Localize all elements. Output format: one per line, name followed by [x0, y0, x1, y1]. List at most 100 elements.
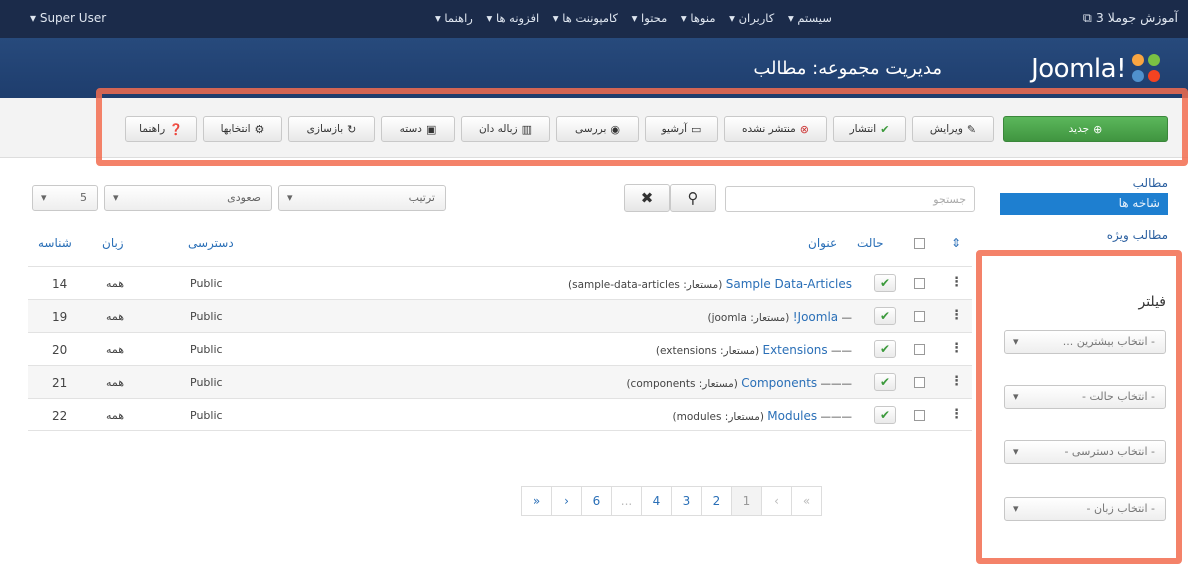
- sidebar-item-categories[interactable]: شاخه ها: [1000, 193, 1168, 215]
- user-menu[interactable]: ▾ Super User: [30, 11, 106, 25]
- chevron-down-icon: ▾: [113, 191, 119, 204]
- row-language: همه: [106, 343, 125, 356]
- filter-max-levels-select[interactable]: - انتخاب بیشترین ... ▾: [1004, 330, 1166, 354]
- drag-handle-icon[interactable]: ⋮: [950, 374, 963, 389]
- row-checkbox[interactable]: [914, 278, 925, 289]
- row-title-link[interactable]: Extensions: [762, 343, 827, 357]
- page-prev: ‹: [761, 486, 792, 516]
- row-title-link[interactable]: Sample Data-Articles: [726, 277, 852, 291]
- search-input[interactable]: جستجو: [725, 186, 975, 212]
- page-ellipsis: ...: [611, 486, 642, 516]
- row-access: Public: [190, 343, 223, 356]
- menu-content[interactable]: محتوا ▾: [632, 11, 668, 25]
- chevron-down-icon: ▾: [287, 191, 293, 204]
- row-alias: (مستعار: joomla): [707, 312, 790, 324]
- row-title-link[interactable]: Joomla!: [793, 310, 838, 324]
- row-checkbox[interactable]: [914, 410, 925, 421]
- page-1: 1: [731, 486, 762, 516]
- row-title: — Joomla! (مستعار: joomla): [707, 310, 852, 324]
- row-language: همه: [106, 376, 125, 389]
- page-4[interactable]: 4: [641, 486, 672, 516]
- row-checkbox[interactable]: [914, 344, 925, 355]
- chevron-down-icon: ▾: [41, 191, 47, 204]
- published-toggle[interactable]: ✔: [874, 340, 896, 358]
- filter-language-select[interactable]: - انتخاب زبان - ▾: [1004, 497, 1166, 521]
- table-row: 20 همه Public —— Extensions (مستعار: ext…: [28, 332, 972, 365]
- published-toggle[interactable]: ✔: [874, 406, 896, 424]
- column-status[interactable]: حالت: [857, 236, 884, 250]
- menu-users[interactable]: کاربران ▾: [729, 11, 774, 25]
- row-title: ——— Modules (مستعار: modules): [672, 409, 852, 423]
- row-title-link[interactable]: Modules: [767, 409, 817, 423]
- logo-text: Joomla!: [1031, 54, 1126, 84]
- drag-handle-icon[interactable]: ⋮: [950, 275, 963, 290]
- row-title: Sample Data-Articles (مستعار: sample-dat…: [568, 277, 852, 291]
- column-access[interactable]: دسترسی: [188, 236, 234, 250]
- column-language[interactable]: زبان: [102, 236, 124, 250]
- row-id: 22: [52, 409, 68, 423]
- published-toggle[interactable]: ✔: [874, 373, 896, 391]
- row-access: Public: [190, 376, 223, 389]
- chevron-down-icon: ▾: [1013, 502, 1019, 515]
- published-toggle[interactable]: ✔: [874, 307, 896, 325]
- row-id: 19: [52, 310, 68, 324]
- row-language: همه: [106, 409, 125, 422]
- row-alias: (مستعار: sample-data-articles): [567, 279, 723, 291]
- page-2[interactable]: 2: [701, 486, 732, 516]
- external-link-icon: ⧉: [1082, 10, 1092, 25]
- row-language: همه: [106, 277, 125, 290]
- filter-access-select[interactable]: - انتخاب دسترسی - ▾: [1004, 440, 1166, 464]
- page-end[interactable]: »: [521, 486, 552, 516]
- chevron-down-icon: ▾: [1013, 335, 1019, 348]
- drag-handle-icon[interactable]: ⋮: [950, 341, 963, 356]
- main-menu: سیستم ▾ کاربران ▾ منوها ▾ محتوا ▾ کامپون…: [425, 11, 832, 25]
- table-row: 19 همه Public — Joomla! (مستعار: joomla)…: [28, 299, 972, 332]
- limit-select[interactable]: 5 ▾: [32, 185, 98, 211]
- menu-extensions[interactable]: افزونه ها ▾: [487, 11, 540, 25]
- sort-ordering-icon[interactable]: ⇕: [951, 236, 961, 250]
- column-title[interactable]: عنوان: [808, 236, 837, 250]
- close-icon: ✖: [640, 189, 654, 207]
- drag-handle-icon[interactable]: ⋮: [950, 308, 963, 323]
- clear-search-button[interactable]: ✖: [624, 184, 670, 212]
- check-icon: ✔: [879, 309, 891, 323]
- page-next[interactable]: ›: [551, 486, 582, 516]
- check-icon: ✔: [879, 276, 891, 290]
- page-start: «: [791, 486, 822, 516]
- menu-menus[interactable]: منوها ▾: [681, 11, 716, 25]
- menu-components[interactable]: کامپوننت ها ▾: [553, 11, 618, 25]
- check-icon: ✔: [879, 408, 891, 422]
- sidebar-item-featured[interactable]: مطالب ویژه: [1107, 228, 1168, 242]
- chevron-down-icon: ▾: [1013, 445, 1019, 458]
- search-button[interactable]: ⚲: [670, 184, 716, 212]
- check-icon: ✔: [879, 375, 891, 389]
- direction-select[interactable]: صعودی ▾: [104, 185, 272, 211]
- check-icon: ✔: [879, 342, 891, 356]
- published-toggle[interactable]: ✔: [874, 274, 896, 292]
- page-title: مدیریت مجموعه: مطالب: [753, 58, 942, 79]
- row-alias: (مستعار: components): [626, 378, 738, 390]
- page-3[interactable]: 3: [671, 486, 702, 516]
- menu-help[interactable]: راهنما ▾: [435, 11, 473, 25]
- column-id[interactable]: شناسه: [38, 236, 72, 250]
- ordering-select[interactable]: ترتیب ▾: [278, 185, 446, 211]
- joomla-logo: Joomla!: [1031, 52, 1162, 86]
- filter-title: فیلتر: [1138, 294, 1166, 310]
- row-alias: (مستعار: extensions): [655, 345, 760, 357]
- filter-status-select[interactable]: - انتخاب حالت - ▾: [1004, 385, 1166, 409]
- menu-system[interactable]: سیستم ▾: [788, 11, 832, 25]
- row-title-link[interactable]: Components: [741, 376, 817, 390]
- search-icon: ⚲: [687, 189, 699, 207]
- select-all-checkbox[interactable]: [914, 238, 925, 249]
- row-access: Public: [190, 277, 223, 290]
- sidebar-item-articles[interactable]: مطالب: [1133, 176, 1168, 190]
- row-checkbox[interactable]: [914, 377, 925, 388]
- row-checkbox[interactable]: [914, 311, 925, 322]
- row-id: 21: [52, 376, 68, 390]
- table-row: 14 همه Public Sample Data-Articles (مستع…: [28, 266, 972, 299]
- site-name-link[interactable]: آموزش جوملا 3 ⧉: [1083, 10, 1178, 26]
- drag-handle-icon[interactable]: ⋮: [950, 407, 963, 422]
- page-6[interactable]: 6: [581, 486, 612, 516]
- joomla-mark-icon: [1132, 54, 1162, 84]
- row-access: Public: [190, 409, 223, 422]
